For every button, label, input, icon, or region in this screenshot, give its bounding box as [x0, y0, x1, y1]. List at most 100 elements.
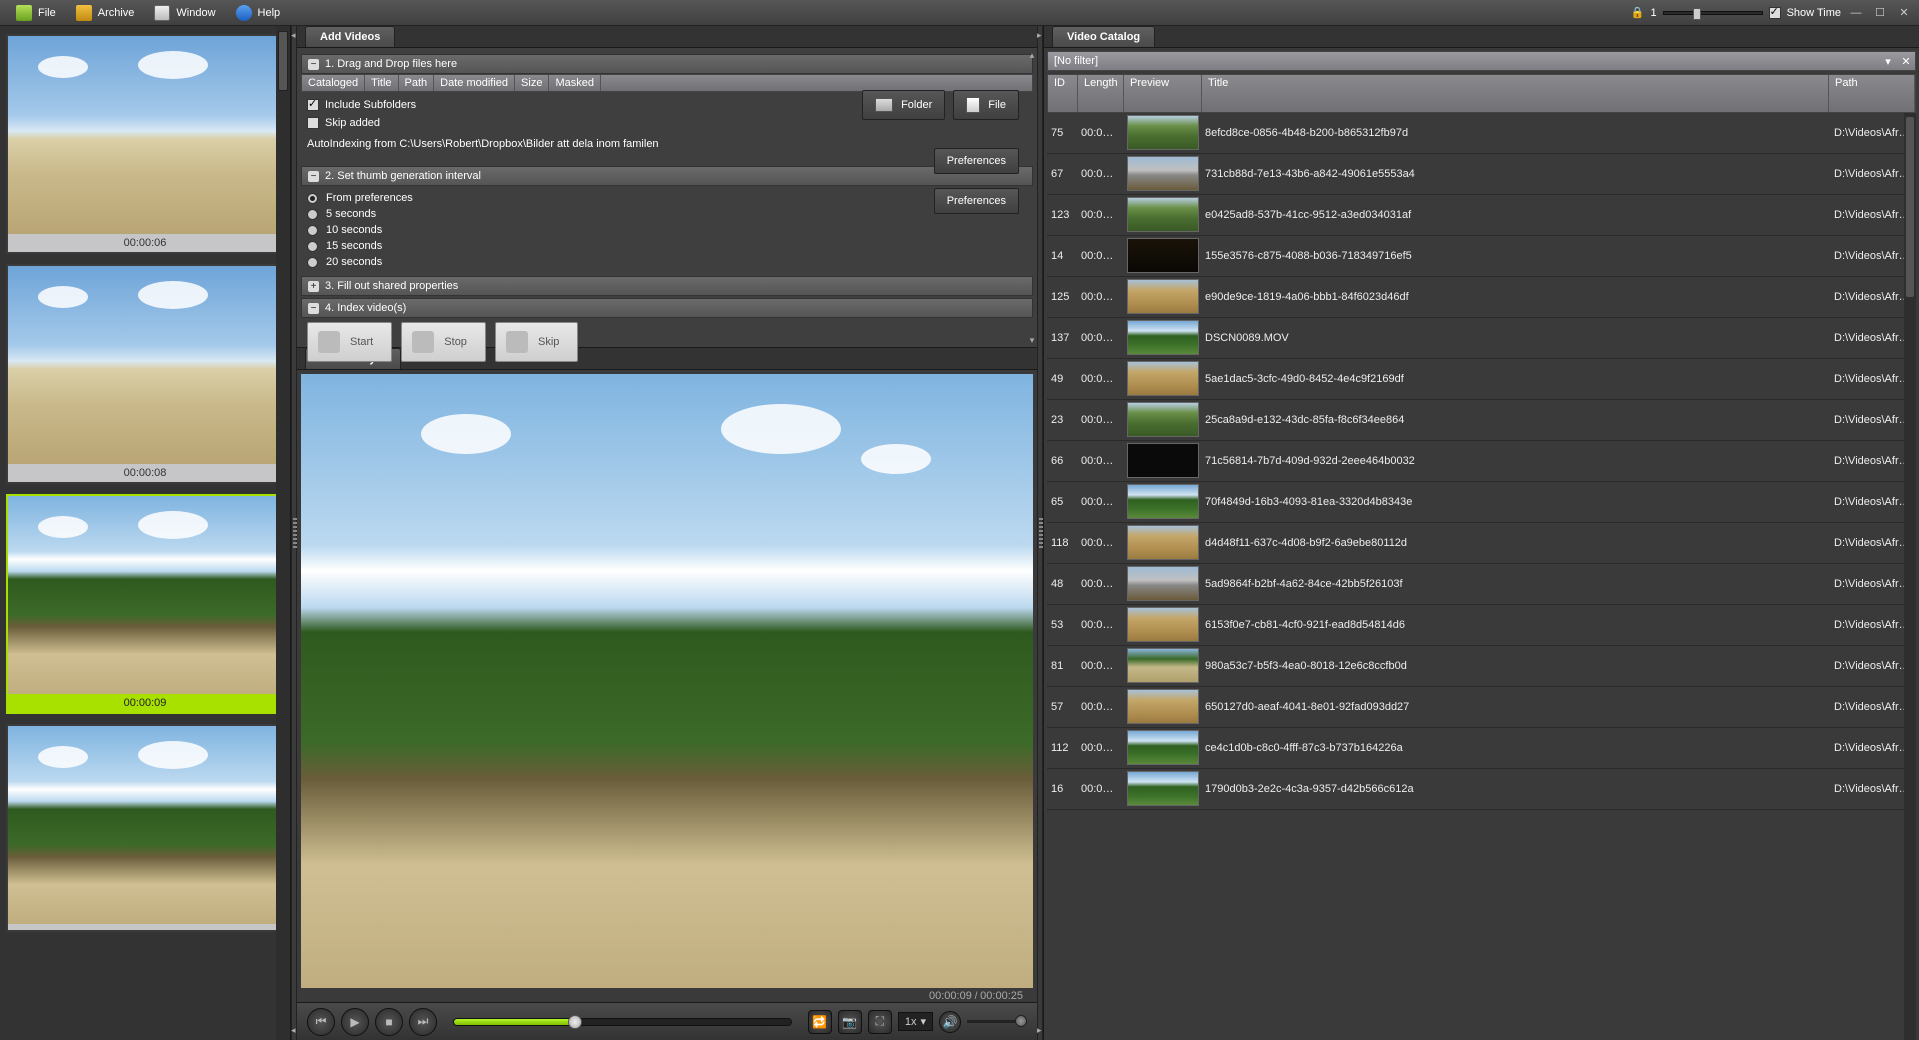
drop-col[interactable]: Path [399, 75, 435, 91]
collapse-icon[interactable]: − [308, 303, 319, 314]
volume-slider[interactable] [967, 1020, 1027, 1023]
col-title[interactable]: Title [1202, 75, 1829, 112]
thumb-card[interactable]: 00:00:08 [6, 264, 284, 484]
tab-video-catalog[interactable]: Video Catalog [1052, 26, 1155, 47]
cell-preview [1123, 197, 1201, 234]
menu-archive[interactable]: Archive [66, 2, 145, 24]
interval-radio[interactable]: 10 seconds [307, 222, 1027, 238]
fullscreen-button[interactable]: ⛶ [868, 1010, 892, 1034]
cell-id: 81 [1047, 660, 1077, 672]
interval-radio[interactable]: 20 seconds [307, 254, 1027, 270]
interval-radio[interactable]: 5 seconds [307, 206, 1027, 222]
expand-icon[interactable]: + [308, 281, 319, 292]
section-thumb-interval[interactable]: − 2. Set thumb generation interval [301, 166, 1033, 186]
thumb-size-slider[interactable] [1663, 11, 1763, 15]
menu-window[interactable]: Window [144, 2, 225, 24]
table-row[interactable]: 57 00:00:22 650127d0-aeaf-4041-8e01-92fa… [1047, 687, 1916, 728]
tab-add-videos[interactable]: Add Videos [305, 26, 395, 47]
drop-col[interactable]: Size [515, 75, 549, 91]
table-row[interactable]: 53 00:00:22 6153f0e7-cb81-4cf0-921f-ead8… [1047, 605, 1916, 646]
table-row[interactable]: 14 00:00:16 155e3576-c875-4088-b036-7183… [1047, 236, 1916, 277]
thumb-card[interactable]: 00:00:06 [6, 34, 284, 254]
window-maximize[interactable]: ☐ [1871, 6, 1889, 20]
thumb-card[interactable] [6, 724, 284, 932]
splitter-right[interactable]: ▸▸ [1037, 26, 1043, 1040]
snapshot-button[interactable]: 📷 [838, 1010, 862, 1034]
window-minimize[interactable]: — [1847, 6, 1865, 20]
col-preview[interactable]: Preview [1124, 75, 1202, 112]
catalog-scrollbar[interactable] [1904, 113, 1916, 1040]
next-frame-button[interactable]: ⏭ [409, 1008, 437, 1036]
menubar: File Archive Window Help 🔒 1 Show Time —… [0, 0, 1919, 26]
table-row[interactable]: 66 00:00:20 71c56814-7b7d-409d-932d-2eee… [1047, 441, 1916, 482]
section-shared-props[interactable]: + 3. Fill out shared properties [301, 276, 1033, 296]
preferences-button-1[interactable]: Preferences [934, 148, 1019, 174]
table-row[interactable]: 118 00:00:21 d4d48f11-637c-4d08-b9f2-6a9… [1047, 523, 1916, 564]
table-row[interactable]: 49 00:00:18 5ae1dac5-3cfc-49d0-8452-4e4c… [1047, 359, 1916, 400]
drop-col[interactable]: Cataloged [302, 75, 365, 91]
seek-bar[interactable] [453, 1018, 792, 1026]
cell-id: 23 [1047, 414, 1077, 426]
drop-col[interactable]: Date modified [434, 75, 515, 91]
menu-help[interactable]: Help [226, 2, 291, 24]
cell-preview [1123, 402, 1201, 439]
file-button[interactable]: File [953, 90, 1019, 120]
table-row[interactable]: 16 00:00:25 1790d0b3-2e2c-4c3a-9357-d42b… [1047, 769, 1916, 810]
thumb-time: 00:00:08 [8, 464, 282, 482]
window-close[interactable]: ✕ [1895, 6, 1913, 20]
table-row[interactable]: 67 00:00:15 731cb88d-7e13-43b6-a842-4906… [1047, 154, 1916, 195]
table-row[interactable]: 125 00:00:17 e90de9ce-1819-4a06-bbb1-84f… [1047, 277, 1916, 318]
filter-value: [No filter] [1048, 52, 1879, 70]
catalog-filter[interactable]: [No filter] ▾ ✕ [1047, 51, 1916, 71]
table-row[interactable]: 65 00:00:20 70f4849d-16b3-4093-81ea-3320… [1047, 482, 1916, 523]
table-row[interactable]: 123 00:00:15 e0425ad8-537b-41cc-9512-a3e… [1047, 195, 1916, 236]
table-row[interactable]: 23 00:00:19 25ca8a9d-e132-43dc-85fa-f8c6… [1047, 400, 1916, 441]
thumb-card[interactable]: 00:00:09 [6, 494, 284, 714]
stop-button[interactable]: ■ [375, 1008, 403, 1036]
menu-file[interactable]: File [6, 2, 66, 24]
show-time-checkbox[interactable]: Show Time [1769, 4, 1841, 22]
skip-button[interactable]: Skip [495, 322, 578, 362]
section-index[interactable]: − 4. Index video(s) [301, 298, 1033, 318]
col-length[interactable]: Length [1078, 75, 1124, 112]
table-row[interactable]: 48 00:00:22 5ad9864f-b2bf-4a62-84ce-42bb… [1047, 564, 1916, 605]
filter-dropdown-icon[interactable]: ▾ [1879, 55, 1897, 68]
cell-id: 66 [1047, 455, 1077, 467]
interval-radio[interactable]: From preferences [307, 190, 1027, 206]
table-row[interactable]: 112 00:00:24 ce4c1d0b-c8c0-4fff-87c3-b73… [1047, 728, 1916, 769]
player-time: 00:00:09 / 00:00:25 [929, 991, 1023, 1002]
col-id[interactable]: ID [1048, 75, 1078, 112]
cell-title: e90de9ce-1819-4a06-bbb1-84f6023d46df [1201, 291, 1830, 303]
col-path[interactable]: Path [1829, 75, 1915, 112]
thumb-scrollbar[interactable] [276, 26, 290, 1040]
preferences-button-2[interactable]: Preferences [934, 188, 1019, 214]
collapse-icon[interactable]: − [308, 171, 319, 182]
cell-length: 00:00:22 [1077, 619, 1123, 631]
play-button[interactable]: ▶ [341, 1008, 369, 1036]
collapse-icon[interactable]: − [308, 59, 319, 70]
cell-length: 00:00:18 [1077, 373, 1123, 385]
table-row[interactable]: 75 00:00:15 8efcd8ce-0856-4b48-b200-b865… [1047, 113, 1916, 154]
drop-col[interactable]: Title [365, 75, 398, 91]
thumb-image [8, 496, 282, 694]
loop-button[interactable]: 🔁 [808, 1010, 832, 1034]
volume-button[interactable]: 🔊 [939, 1011, 961, 1033]
table-row[interactable]: 137 00:00:17 DSCN0089.MOV D:\Videos\Afri… [1047, 318, 1916, 359]
speed-selector[interactable]: 1x▾ [898, 1012, 933, 1031]
interval-radio[interactable]: 15 seconds [307, 238, 1027, 254]
section-drag-drop[interactable]: − 1. Drag and Drop files here [301, 54, 1033, 74]
cell-preview [1123, 771, 1201, 808]
cell-title: 8efcd8ce-0856-4b48-b200-b865312fb97d [1201, 127, 1830, 139]
cell-title: 155e3576-c875-4088-b036-718349716ef5 [1201, 250, 1830, 262]
window-icon [154, 5, 170, 21]
filter-clear-icon[interactable]: ✕ [1897, 55, 1915, 68]
table-row[interactable]: 81 00:00:22 980a53c7-b5f3-4ea0-8018-12e6… [1047, 646, 1916, 687]
cell-length: 00:00:16 [1077, 250, 1123, 262]
cell-preview [1123, 279, 1201, 316]
folder-button[interactable]: Folder [862, 90, 945, 120]
prev-frame-button[interactable]: ⏮ [307, 1008, 335, 1036]
drop-col[interactable]: Masked [549, 75, 601, 91]
start-button[interactable]: Start [307, 322, 392, 362]
video-canvas[interactable] [301, 374, 1033, 988]
stop-button[interactable]: Stop [401, 322, 486, 362]
